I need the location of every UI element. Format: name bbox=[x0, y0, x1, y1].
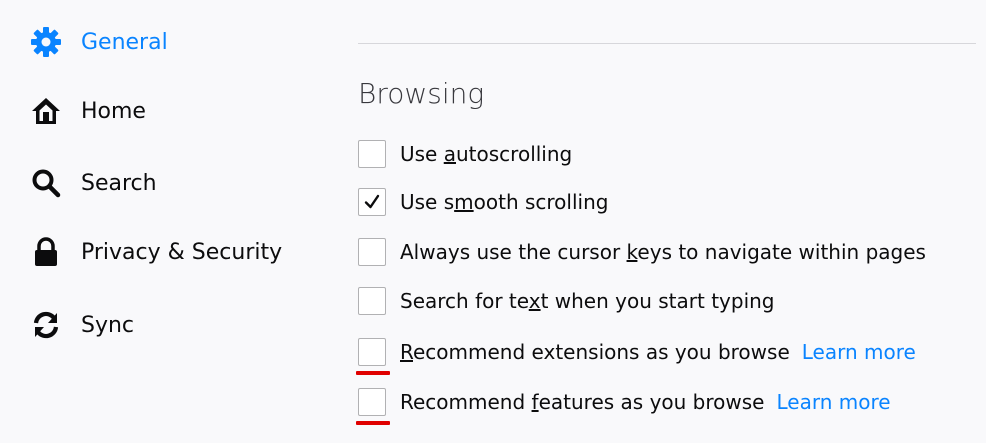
learn-more-link[interactable]: Learn more bbox=[776, 390, 890, 414]
section-title: Browsing bbox=[358, 77, 485, 110]
autoscrolling-checkbox[interactable] bbox=[358, 140, 386, 168]
option-label[interactable]: Use smooth scrolling bbox=[400, 190, 608, 214]
option-label[interactable]: Recommend features as you browse bbox=[400, 390, 764, 414]
sidebar-item-privacy-security[interactable]: Privacy & Security bbox=[29, 232, 282, 272]
sidebar-item-label: General bbox=[81, 29, 168, 55]
recommend-features-checkbox[interactable] bbox=[358, 388, 386, 416]
sidebar: General Home Search Privacy & Security S… bbox=[0, 0, 330, 443]
find-as-you-type-checkbox[interactable] bbox=[358, 287, 386, 315]
annotation-underline bbox=[356, 371, 390, 375]
option-label[interactable]: Use autoscrolling bbox=[400, 142, 572, 166]
sidebar-item-label: Home bbox=[81, 98, 146, 124]
sidebar-item-search[interactable]: Search bbox=[29, 163, 157, 203]
option-cursor-keys: Always use the cursor keys to navigate w… bbox=[358, 236, 926, 268]
sidebar-item-sync[interactable]: Sync bbox=[29, 305, 134, 345]
option-label[interactable]: Always use the cursor keys to navigate w… bbox=[400, 240, 926, 264]
recommend-extensions-checkbox[interactable] bbox=[358, 338, 386, 366]
search-icon bbox=[29, 166, 63, 200]
learn-more-link[interactable]: Learn more bbox=[802, 340, 916, 364]
option-find-as-you-type: Search for text when you start typing bbox=[358, 285, 775, 317]
option-label[interactable]: Recommend extensions as you browse bbox=[400, 340, 790, 364]
sidebar-item-label: Sync bbox=[81, 312, 135, 338]
annotation-underline bbox=[356, 421, 390, 425]
option-recommend-features: Recommend features as you browse Learn m… bbox=[358, 386, 891, 418]
sidebar-item-home[interactable]: Home bbox=[29, 91, 146, 131]
option-autoscrolling: Use autoscrolling bbox=[358, 138, 572, 170]
option-recommend-extensions: Recommend extensions as you browse Learn… bbox=[358, 336, 916, 368]
option-smooth-scrolling: Use smooth scrolling bbox=[358, 186, 608, 218]
cursor-keys-checkbox[interactable] bbox=[358, 238, 386, 266]
section-divider bbox=[358, 43, 976, 44]
smooth-scrolling-checkbox[interactable] bbox=[358, 188, 386, 216]
gear-icon bbox=[29, 25, 63, 59]
sync-icon bbox=[29, 308, 63, 342]
home-icon bbox=[29, 94, 63, 128]
option-label[interactable]: Search for text when you start typing bbox=[400, 289, 775, 313]
checkmark-icon bbox=[364, 194, 380, 209]
sidebar-item-label: Privacy & Security bbox=[81, 239, 283, 265]
sidebar-item-general[interactable]: General bbox=[29, 22, 168, 62]
sidebar-item-label: Search bbox=[81, 170, 157, 196]
lock-icon bbox=[29, 235, 63, 269]
